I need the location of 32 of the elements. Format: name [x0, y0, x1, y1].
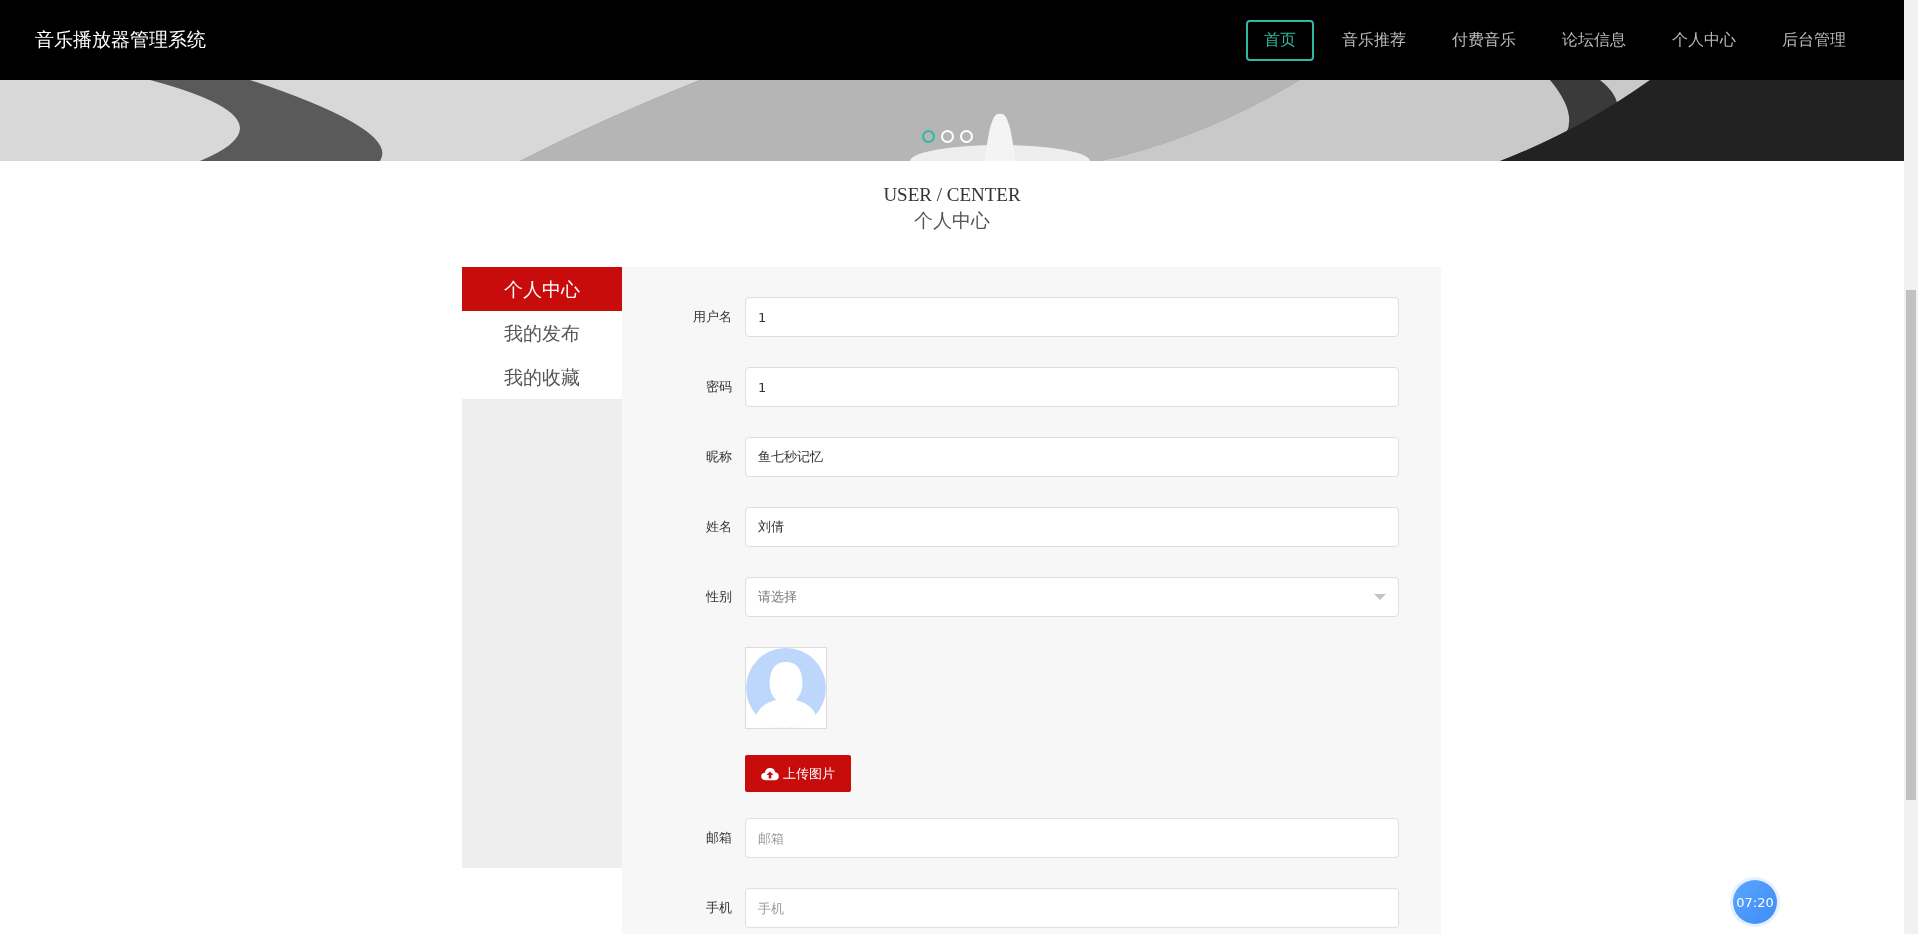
carousel-dot[interactable]	[922, 130, 935, 143]
site-title: 音乐播放器管理系统	[35, 27, 207, 52]
sidebar-item[interactable]: 我的收藏	[462, 355, 622, 399]
nav-link[interactable]: 后台管理	[1764, 19, 1864, 61]
nav-link[interactable]: 个人中心	[1654, 19, 1754, 61]
input-field[interactable]: 刘倩	[745, 507, 1399, 547]
input-field[interactable]: 1	[745, 297, 1399, 337]
select-field[interactable]: 请选择	[745, 577, 1399, 617]
field-label: 邮箱	[705, 829, 733, 847]
field-label: 用户名	[692, 308, 733, 326]
input-field[interactable]: 邮箱	[745, 818, 1399, 858]
field-label: 手机	[705, 899, 733, 917]
input-field[interactable]: 鱼七秒记忆	[745, 437, 1399, 477]
nav-link[interactable]: 付费音乐	[1434, 19, 1534, 61]
scrollbar[interactable]	[1904, 0, 1918, 934]
caret-icon	[1374, 594, 1386, 600]
nav-link[interactable]: 首页	[1246, 19, 1314, 61]
sidebar-item[interactable]: 个人中心	[462, 267, 622, 311]
timer-badge: 07:20	[1733, 880, 1777, 924]
field-label: 昵称	[705, 448, 733, 466]
sidebar-item[interactable]: 我的发布	[462, 311, 622, 355]
section-subtitle: 个人中心	[913, 209, 991, 233]
field-label: 性别	[705, 588, 733, 606]
upload-button[interactable]: 上传图片	[745, 755, 851, 792]
section-title: USER / CENTER	[882, 183, 1022, 207]
input-field[interactable]: 手机	[745, 888, 1399, 928]
cloud-upload-icon	[761, 766, 779, 781]
field-label: 姓名	[705, 518, 733, 536]
field-label: 密码	[705, 378, 733, 396]
nav-link[interactable]: 音乐推荐	[1324, 19, 1424, 61]
input-field[interactable]: 1	[745, 367, 1399, 407]
nav-link[interactable]: 论坛信息	[1544, 19, 1644, 61]
